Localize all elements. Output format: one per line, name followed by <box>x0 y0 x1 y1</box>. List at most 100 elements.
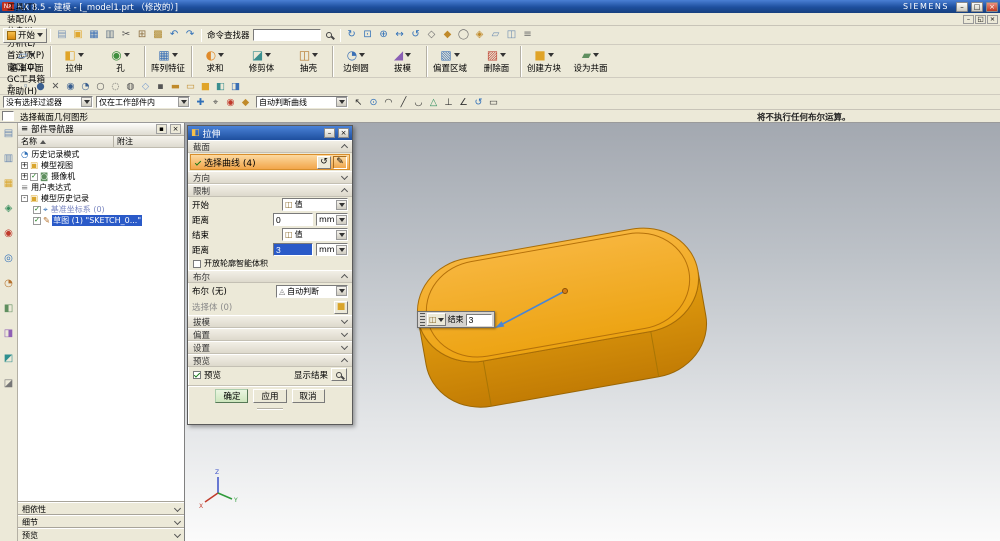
wireframe-icon[interactable]: ◯ <box>456 28 472 43</box>
tree-checkbox[interactable]: ✓ <box>33 206 41 214</box>
angle-icon[interactable]: ∠ <box>456 95 471 109</box>
tree-row[interactable]: ✓ ⌖ 基准坐标系 (0) <box>18 204 184 215</box>
section-header-limits[interactable]: 限制 <box>188 184 352 197</box>
arc-down-icon[interactable]: ◡ <box>411 95 426 109</box>
tree-row[interactable]: ◔ 历史记录模式 <box>18 149 184 160</box>
intersection-icon[interactable]: ✕ <box>48 79 63 93</box>
point-icon[interactable]: ⊙ <box>366 95 381 109</box>
column-name[interactable]: 名称 <box>18 136 114 147</box>
tree-row[interactable]: ≡ 用户表达式 <box>18 182 184 193</box>
copy-icon[interactable]: ⊞ <box>134 28 150 43</box>
history-icon[interactable]: ◔ <box>2 277 16 290</box>
web-browser-icon[interactable]: ◎ <box>2 252 16 265</box>
tree-row[interactable]: + ▣ 模型视图 <box>18 160 184 171</box>
drag-handle-origin[interactable] <box>563 289 568 294</box>
dropdown-arrow-icon[interactable] <box>172 53 178 57</box>
section-header-settings[interactable]: 设置 <box>188 341 352 354</box>
undo-icon[interactable]: ↶ <box>166 28 182 43</box>
zoom-icon[interactable]: ⊕ <box>376 28 392 43</box>
start-option-combo[interactable]: ◫ 值 <box>282 198 348 211</box>
unite-button[interactable]: ◐ 求和 <box>191 46 238 77</box>
minimize-button[interactable]: – <box>956 2 968 12</box>
start-unit-combo[interactable]: mm <box>316 213 348 226</box>
roles-icon[interactable]: ◩ <box>2 352 16 365</box>
tree-expand-toggle[interactable]: + <box>21 173 28 180</box>
type-filter-combo[interactable]: 没有选择过滤器 <box>3 96 93 108</box>
command-finder-input[interactable] <box>253 29 321 41</box>
perspective-icon[interactable]: ◇ <box>424 28 440 43</box>
dialog-close-button[interactable]: × <box>338 128 349 138</box>
redo-icon[interactable]: ↷ <box>182 28 198 43</box>
dropdown-arrow-icon[interactable] <box>78 53 84 57</box>
tree-row[interactable]: + ✓ ◙ 摄像机 <box>18 171 184 182</box>
dropdown-arrow-icon[interactable] <box>454 53 460 57</box>
section-header-draft[interactable]: 拔模 <box>188 315 352 328</box>
command-finder-search-icon[interactable] <box>322 28 337 42</box>
dialog-resize-grip[interactable] <box>188 406 352 411</box>
shaded-icon[interactable]: ◆ <box>440 28 456 43</box>
mdi-minimize-button[interactable]: – <box>963 15 974 24</box>
dropdown-arrow-icon[interactable] <box>548 53 554 57</box>
snap-icon[interactable]: ⌖ <box>208 95 223 109</box>
select-body-cube-icon[interactable]: ■ <box>334 301 348 314</box>
edge-blend-button[interactable]: ◔ 边倒圆 <box>332 46 379 77</box>
cut-icon[interactable]: ✂ <box>118 28 134 43</box>
shaded-edges-icon[interactable]: ◈ <box>472 28 488 43</box>
combo-arrow-icon[interactable] <box>336 286 347 296</box>
combo-arrow-icon[interactable] <box>336 230 347 240</box>
start-distance-input[interactable] <box>273 213 313 226</box>
body-icon[interactable]: ■ <box>198 79 213 93</box>
dropdown-arrow-icon[interactable] <box>29 53 35 57</box>
open-folder-icon[interactable]: ▣ <box>70 28 86 43</box>
dropdown-arrow-icon[interactable] <box>218 53 224 57</box>
panel-pin-button[interactable]: ▪ <box>156 124 167 134</box>
dialog-title-bar[interactable]: ◧ 拉伸 – × <box>188 126 352 140</box>
quadrant-icon[interactable]: ◔ <box>78 79 93 93</box>
dropdown-arrow-icon[interactable] <box>359 53 365 57</box>
select-arrow-icon[interactable]: ↖ <box>351 95 366 109</box>
select-body-row[interactable]: 选择体 (0) ■ <box>188 299 352 315</box>
window-icon[interactable]: ▱ <box>488 28 504 43</box>
dropdown-arrow-icon[interactable] <box>124 53 130 57</box>
delete-face-button[interactable]: ▨ 删除面 <box>473 46 520 77</box>
preview-checkbox[interactable] <box>193 371 201 379</box>
curve-rule-combo[interactable]: 自动判断曲线 <box>256 96 348 108</box>
layers-icon[interactable]: ≡ <box>520 28 536 43</box>
paste-icon[interactable]: ▩ <box>150 28 166 43</box>
title-bar[interactable]: NX NX 8.5 - 建模 - [_model1.prt （修改的）] SIE… <box>0 0 1000 13</box>
refresh-icon[interactable]: ↻ <box>344 28 360 43</box>
rotate-view-icon[interactable]: ↺ <box>408 28 424 43</box>
hd3d-tool-icon[interactable]: ◉ <box>2 227 16 240</box>
select-add-icon[interactable]: ✚ <box>193 95 208 109</box>
maximize-button[interactable]: □ <box>971 2 983 12</box>
print-icon[interactable]: ▥ <box>102 28 118 43</box>
pattern-feature-button[interactable]: ▦ 阵列特征 <box>144 46 191 77</box>
make-coplanar-button[interactable]: ▰ 设为共面 <box>567 46 614 77</box>
tree-row[interactable]: - ▣ 模型历史记录 <box>18 193 184 204</box>
section-header-preview[interactable]: 预览 <box>188 354 352 367</box>
end-distance-onscreen-input[interactable] <box>466 314 492 326</box>
datum-icon[interactable]: ◇ <box>138 79 153 93</box>
save-icon[interactable]: ▦ <box>86 28 102 43</box>
existing-point-icon[interactable]: ○ <box>93 79 108 93</box>
panel-close-button[interactable]: × <box>170 124 181 134</box>
reuse-library-icon[interactable]: ◈ <box>2 202 16 215</box>
arc-center-icon[interactable]: ◉ <box>63 79 78 93</box>
combo-arrow-icon[interactable] <box>81 97 92 107</box>
line-icon[interactable]: ╱ <box>396 95 411 109</box>
section-header-boolean[interactable]: 布尔 <box>188 270 352 283</box>
section-header-offset[interactable]: 偏置 <box>188 328 352 341</box>
draft-button[interactable]: ◢ 拔模 <box>379 46 426 77</box>
mdi-close-button[interactable]: × <box>987 15 998 24</box>
filter-face-icon[interactable]: ◆ <box>238 95 253 109</box>
hole-button[interactable]: ◉ 孔 <box>97 46 144 77</box>
shell-button[interactable]: ◫ 抽壳 <box>285 46 332 77</box>
tree-expand-toggle[interactable]: + <box>21 162 28 169</box>
face-icon[interactable]: ▭ <box>183 79 198 93</box>
create-box-button[interactable]: ■ 创建方块 <box>520 46 567 77</box>
show-result-button[interactable] <box>331 368 347 381</box>
cancel-button[interactable]: 取消 <box>292 389 325 403</box>
pan-icon[interactable]: ↔ <box>392 28 408 43</box>
combo-arrow-icon[interactable] <box>336 200 347 210</box>
process-studio-icon[interactable]: ◧ <box>2 302 16 315</box>
